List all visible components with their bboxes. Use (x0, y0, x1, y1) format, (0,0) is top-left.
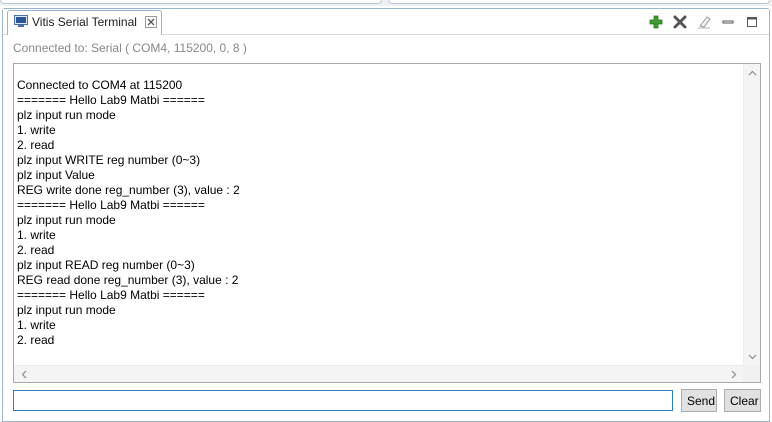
scroll-left-icon[interactable] (17, 366, 31, 383)
console-line: 1. write (17, 228, 56, 242)
console-line: 1. write (17, 123, 56, 137)
view-toolbar (647, 13, 761, 31)
terminal-monitor-icon (14, 15, 28, 28)
console-line: plz input run mode (17, 108, 116, 122)
console-line: ======= Hello Lab9 Matbi ====== (17, 198, 205, 212)
scroll-right-icon[interactable] (727, 366, 741, 383)
tab-title: Vitis Serial Terminal (32, 15, 137, 29)
console-text: Connected to COM4 at 115200 ======= Hello… (17, 78, 240, 348)
console-line: 2. read (17, 138, 55, 152)
add-plus-icon[interactable] (647, 13, 665, 31)
send-button[interactable]: Send (681, 389, 717, 412)
console-line: REG read done reg_number (3), value : 2 (17, 273, 239, 287)
console-line: 1. write (17, 318, 56, 332)
eraser-icon[interactable] (695, 13, 713, 31)
console-line: plz input run mode (17, 213, 116, 227)
console-line: ======= Hello Lab9 Matbi ====== (17, 288, 205, 302)
console-output[interactable]: Connected to COM4 at 115200 ======= Hello… (13, 63, 761, 383)
scroll-down-icon[interactable] (744, 350, 761, 364)
tab-row: Vitis Serial Terminal (3, 9, 769, 35)
top-view-strip (0, 0, 772, 6)
console-line: 2. read (17, 333, 55, 347)
console-line: plz input WRITE reg number (0~3) (17, 153, 201, 167)
upper-view-left (0, 0, 382, 4)
minimize-icon[interactable] (719, 13, 737, 31)
console-line: ======= Hello Lab9 Matbi ====== (17, 93, 205, 107)
tab-vitis-serial-terminal[interactable]: Vitis Serial Terminal (7, 10, 162, 35)
upper-view-right (388, 0, 770, 4)
console-line: Connected to COM4 at 115200 (17, 78, 183, 92)
console-line: plz input Value (17, 168, 95, 182)
close-icon[interactable] (144, 16, 157, 28)
connection-status: Connected to: Serial ( COM4, 115200, 0, … (13, 41, 247, 55)
console-line: plz input READ reg number (0~3) (17, 258, 195, 272)
clear-button[interactable]: Clear (724, 389, 761, 412)
remove-x-icon[interactable] (671, 13, 689, 31)
serial-terminal-view: Vitis Serial Terminal Connected to: Seri… (2, 8, 770, 422)
command-input[interactable] (13, 390, 673, 411)
maximize-icon[interactable] (743, 13, 761, 31)
console-line: REG write done reg_number (3), value : 2 (17, 183, 240, 197)
input-row: Send Clear (13, 389, 761, 413)
vertical-scrollbar[interactable] (743, 64, 760, 366)
console-line: plz input run mode (17, 303, 116, 317)
scroll-up-icon[interactable] (744, 66, 761, 80)
scroll-corner (743, 365, 760, 382)
console-line: 2. read (17, 243, 55, 257)
horizontal-scrollbar[interactable] (14, 365, 744, 382)
